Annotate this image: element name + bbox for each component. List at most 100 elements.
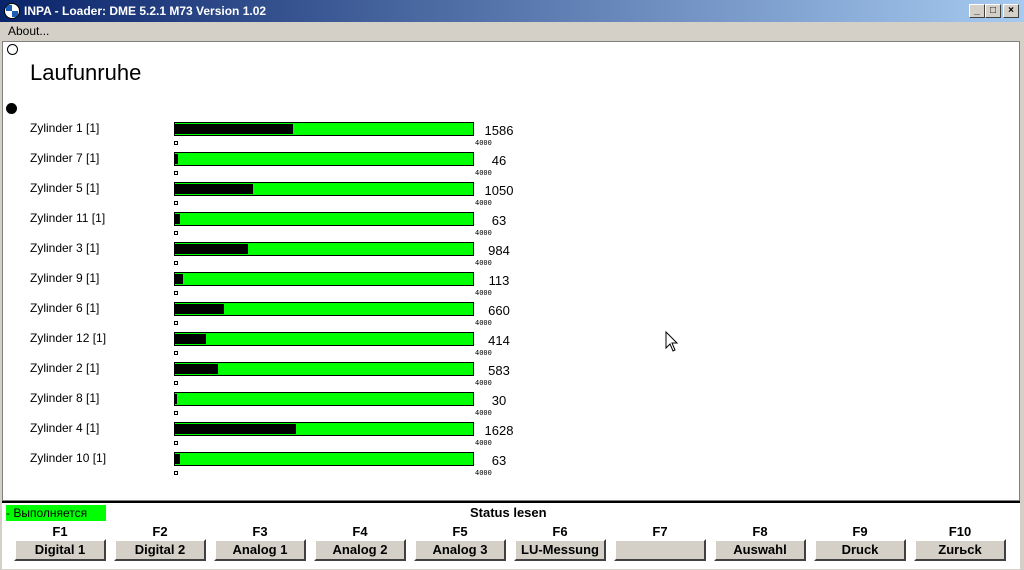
fkey-label-f3: F3 <box>252 524 268 539</box>
cylinder-bar <box>174 212 474 226</box>
fkey-button-f1[interactable]: Digital 1 <box>14 539 106 561</box>
scale-min-label <box>174 291 178 295</box>
fkey-button-f2[interactable]: Digital 2 <box>114 539 206 561</box>
maximize-button[interactable]: □ <box>985 4 1001 18</box>
scale-max-label: 4000 <box>475 319 492 327</box>
cylinder-bar <box>174 422 474 436</box>
cylinder-bar-fill <box>175 424 296 434</box>
status-indicator-filled-icon <box>6 103 17 114</box>
menu-bar: About... <box>0 22 1024 40</box>
mouse-pointer-icon <box>665 331 679 352</box>
cylinder-value: 63 <box>491 453 507 468</box>
fkey-button-f3[interactable]: Analog 1 <box>214 539 306 561</box>
cylinder-value: 113 <box>488 273 510 288</box>
scale-max-label: 4000 <box>475 199 492 207</box>
fkey-label-f1: F1 <box>52 524 68 539</box>
cylinder-value: 1050 <box>484 183 514 198</box>
fkey-label-f7: F7 <box>652 524 668 539</box>
running-status-badge: - Выполняется <box>6 505 106 521</box>
cylinder-label: Zylinder 2 [1] <box>30 361 100 375</box>
cylinder-bar <box>174 242 474 256</box>
cylinder-value: 30 <box>491 393 507 408</box>
cylinder-value: 1586 <box>484 123 514 138</box>
status-title: Status lesen <box>470 505 547 520</box>
cylinder-value: 46 <box>491 153 507 168</box>
scale-max-label: 4000 <box>475 379 492 387</box>
scale-min-label <box>174 171 178 175</box>
cylinder-bar-fill <box>175 364 218 374</box>
cylinder-bar-fill <box>175 154 178 164</box>
fkey-button-f5[interactable]: Analog 3 <box>414 539 506 561</box>
cylinder-label: Zylinder 4 [1] <box>30 421 100 435</box>
measurement-panel: Laufunruhe Zylinder 1 [1] 4000 1586 Zylinde… <box>2 41 1020 501</box>
cylinder-value: 63 <box>491 213 507 228</box>
close-button[interactable]: × <box>1003 4 1019 18</box>
cylinder-bar <box>174 302 474 316</box>
cylinder-bar <box>174 272 474 286</box>
scale-min-label <box>174 441 178 445</box>
cylinder-bar <box>174 122 474 136</box>
scale-min-label <box>174 201 178 205</box>
cylinder-bar <box>174 362 474 376</box>
scale-min-label <box>174 261 178 265</box>
cylinder-bar-fill <box>175 394 177 404</box>
title-bar[interactable]: INPA - Loader: DME 5.2.1 M73 Version 1.0… <box>0 0 1024 22</box>
cylinder-bar-fill <box>175 334 206 344</box>
cylinder-label: Zylinder 10 [1] <box>30 451 107 465</box>
cylinder-label: Zylinder 9 [1] <box>30 271 100 285</box>
fkey-label-f10: F10 <box>948 524 972 539</box>
scale-min-label <box>174 141 178 145</box>
fkey-button-f8[interactable]: Auswahl <box>714 539 806 561</box>
cylinder-bar <box>174 392 474 406</box>
scale-max-label: 4000 <box>475 439 492 447</box>
cylinder-bar-fill <box>175 244 248 254</box>
status-indicator-empty-icon <box>7 44 18 55</box>
cylinder-value: 414 <box>488 333 510 348</box>
scale-max-label: 4000 <box>475 469 492 477</box>
cylinder-bar <box>174 452 474 466</box>
fkey-label-f5: F5 <box>452 524 468 539</box>
scale-max-label: 4000 <box>475 409 492 417</box>
scale-max-label: 4000 <box>475 259 492 267</box>
cylinder-label: Zylinder 6 [1] <box>30 301 100 315</box>
scale-min-label <box>174 411 178 415</box>
menu-item-about[interactable]: About... <box>8 24 49 38</box>
fkey-label-f4: F4 <box>352 524 368 539</box>
fkey-label-f8: F8 <box>752 524 768 539</box>
cylinder-bar-fill <box>175 304 224 314</box>
minimize-button[interactable]: _ <box>969 4 985 18</box>
cylinder-bar-fill <box>175 184 253 194</box>
cylinder-label: Zylinder 7 [1] <box>30 151 100 165</box>
scale-max-label: 4000 <box>475 289 492 297</box>
cylinder-label: Zylinder 3 [1] <box>30 241 100 255</box>
cylinder-value: 984 <box>488 243 510 258</box>
scale-max-label: 4000 <box>475 229 492 237</box>
cylinder-label: Zylinder 11 [1] <box>30 211 106 225</box>
page-title: Laufunruhe <box>30 60 142 85</box>
cylinder-value: 583 <box>488 363 510 378</box>
scale-min-label <box>174 381 178 385</box>
scale-min-label <box>174 231 178 235</box>
scale-min-label <box>174 351 178 355</box>
fkey-label-f6: F6 <box>552 524 568 539</box>
cylinder-value: 1628 <box>484 423 514 438</box>
cylinder-bar-fill <box>175 214 180 224</box>
scale-max-label: 4000 <box>475 169 492 177</box>
status-function-bar: - Выполняется Status lesen F1 Digital 1 F2… <box>2 501 1020 569</box>
window-title: INPA - Loader: DME 5.2.1 M73 Version 1.0… <box>24 4 267 18</box>
fkey-button-f9[interactable]: Druck <box>814 539 906 561</box>
cylinder-label: Zylinder 1 [1] <box>30 121 100 135</box>
fkey-button-f7[interactable] <box>614 539 706 561</box>
scale-max-label: 4000 <box>475 349 492 357</box>
fkey-button-f6[interactable]: LU-Messung <box>514 539 606 561</box>
cylinder-bar-fill <box>175 454 180 464</box>
cylinder-bar <box>174 182 474 196</box>
cylinder-value: 660 <box>488 303 510 318</box>
scale-max-label: 4000 <box>475 139 492 147</box>
fkey-button-f4[interactable]: Analog 2 <box>314 539 406 561</box>
cylinder-label: Zylinder 8 [1] <box>30 391 100 405</box>
fkey-button-f10[interactable]: Zurьck <box>914 539 1006 561</box>
cylinder-bar-fill <box>175 124 293 134</box>
bmw-logo-icon[interactable] <box>4 3 20 19</box>
cylinder-label: Zylinder 5 [1] <box>30 181 100 195</box>
